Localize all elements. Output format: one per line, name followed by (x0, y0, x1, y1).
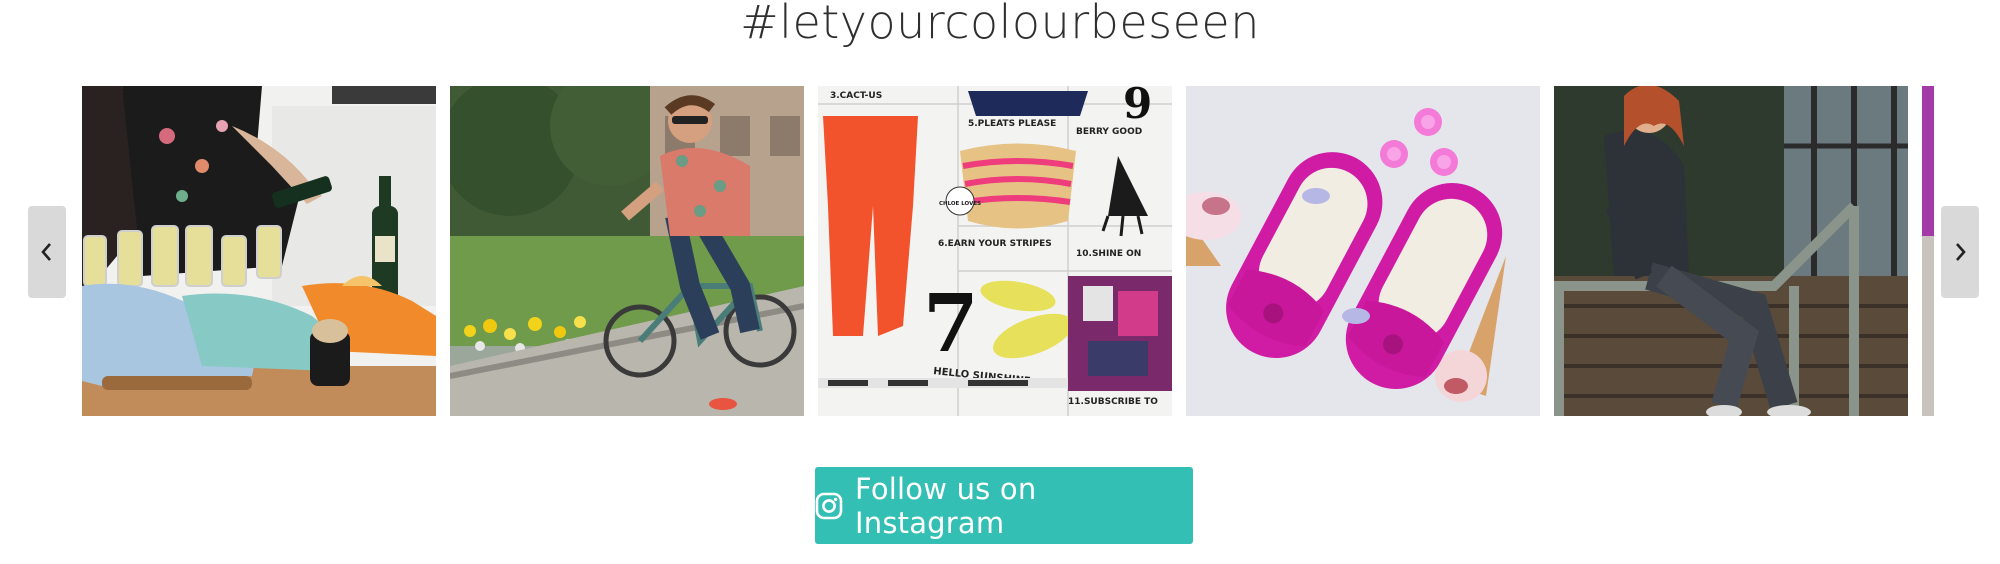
magazine-number-seven: 7 (923, 276, 979, 370)
carousel-next-button[interactable] (1941, 206, 1979, 298)
magazine-badge: CHLOE LOVES (939, 201, 981, 207)
instagram-post-partial[interactable] (1922, 86, 1934, 416)
carousel-prev-button[interactable] (28, 206, 66, 298)
magazine-number-nine: 9 (1123, 86, 1152, 128)
magazine-label-subscribe: 11.SUBSCRIBE TO (1068, 397, 1158, 407)
hashtag-heading: #letyourcolourbeseen (740, 0, 1260, 49)
chevron-left-icon (41, 243, 51, 261)
instagram-post-pink-loafers[interactable] (1186, 86, 1540, 416)
follow-instagram-button[interactable]: Follow us on Instagram (815, 467, 1193, 544)
magazine-label-shine: 10.SHINE ON (1076, 249, 1141, 259)
magazine-label-berry: BERRY GOOD (1076, 127, 1142, 137)
instagram-post-magazine-page[interactable]: 3.CACT-US 5.PLEATS PLEASE 9 BERRY GOOD 6… (818, 86, 1172, 416)
follow-button-label: Follow us on Instagram (855, 471, 1037, 540)
instagram-carousel: 3.CACT-US 5.PLEATS PLEASE 9 BERRY GOOD 6… (82, 86, 1934, 416)
chevron-right-icon (1956, 243, 1966, 261)
magazine-label-cactus: 3.CACT-US (830, 91, 882, 101)
instagram-post-woman-railing[interactable] (1554, 86, 1908, 416)
magazine-label-stripes: 6.EARN YOUR STRIPES (938, 239, 1052, 249)
instagram-post-party-loafers[interactable] (82, 86, 436, 416)
instagram-icon (815, 492, 843, 520)
instagram-post-bicycle-man[interactable] (450, 86, 804, 416)
magazine-label-pleats: 5.PLEATS PLEASE (968, 119, 1056, 129)
